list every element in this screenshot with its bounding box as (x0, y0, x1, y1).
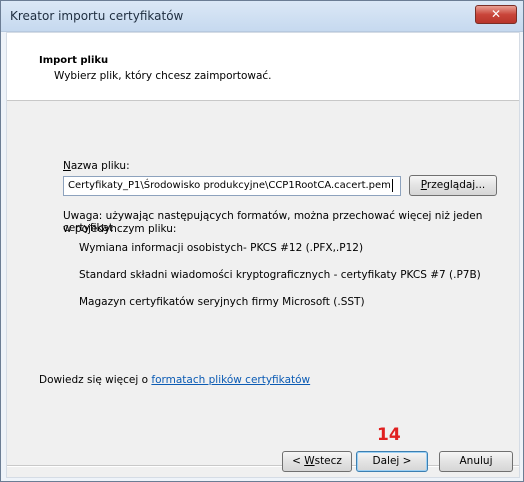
back-button[interactable]: < Wstecz (282, 451, 352, 472)
page-subtitle: Wybierz plik, który chcesz zaimportować. (54, 70, 272, 82)
wizard-header: Import pliku Wybierz plik, który chcesz … (7, 33, 519, 101)
format-item-sst: Magazyn certyfikatów seryjnych firmy Mic… (79, 296, 365, 308)
step-number-annotation: 14 (377, 425, 401, 445)
window-title: Kreator importu certyfikatów (10, 9, 184, 23)
wizard-client-area: Import pliku Wybierz plik, który chcesz … (6, 32, 520, 478)
title-bar[interactable]: Kreator importu certyfikatów ✕ (1, 1, 523, 32)
next-button[interactable]: Dalej > (356, 451, 428, 472)
browse-button[interactable]: Przeglądaj... (409, 175, 497, 196)
cancel-button[interactable]: Anuluj (439, 451, 513, 472)
file-name-label: Nazwa pliku: (63, 160, 130, 172)
certificate-formats-link[interactable]: formatach plików certyfikatów (151, 374, 310, 386)
close-icon: ✕ (490, 7, 502, 21)
file-path-input[interactable]: Certyfikaty_P1\Środowisko produkcyjne\CC… (63, 176, 401, 196)
text-caret (391, 178, 393, 192)
file-path-value: Certyfikaty_P1\Środowisko produkcyjne\CC… (68, 180, 391, 191)
close-button[interactable]: ✕ (475, 5, 517, 24)
format-item-pkcs7: Standard składni wiadomości kryptografic… (79, 269, 481, 281)
page-title: Import pliku (39, 55, 109, 66)
learn-more-text: Dowiedz się więcej o formatach plików ce… (39, 374, 311, 386)
note-line-2: w pojedynczym pliku: (63, 223, 177, 235)
format-item-pkcs12: Wymiana informacji osobistych- PKCS #12 … (79, 242, 364, 254)
import-wizard-window: Kreator importu certyfikatów ✕ Import pl… (0, 0, 524, 482)
